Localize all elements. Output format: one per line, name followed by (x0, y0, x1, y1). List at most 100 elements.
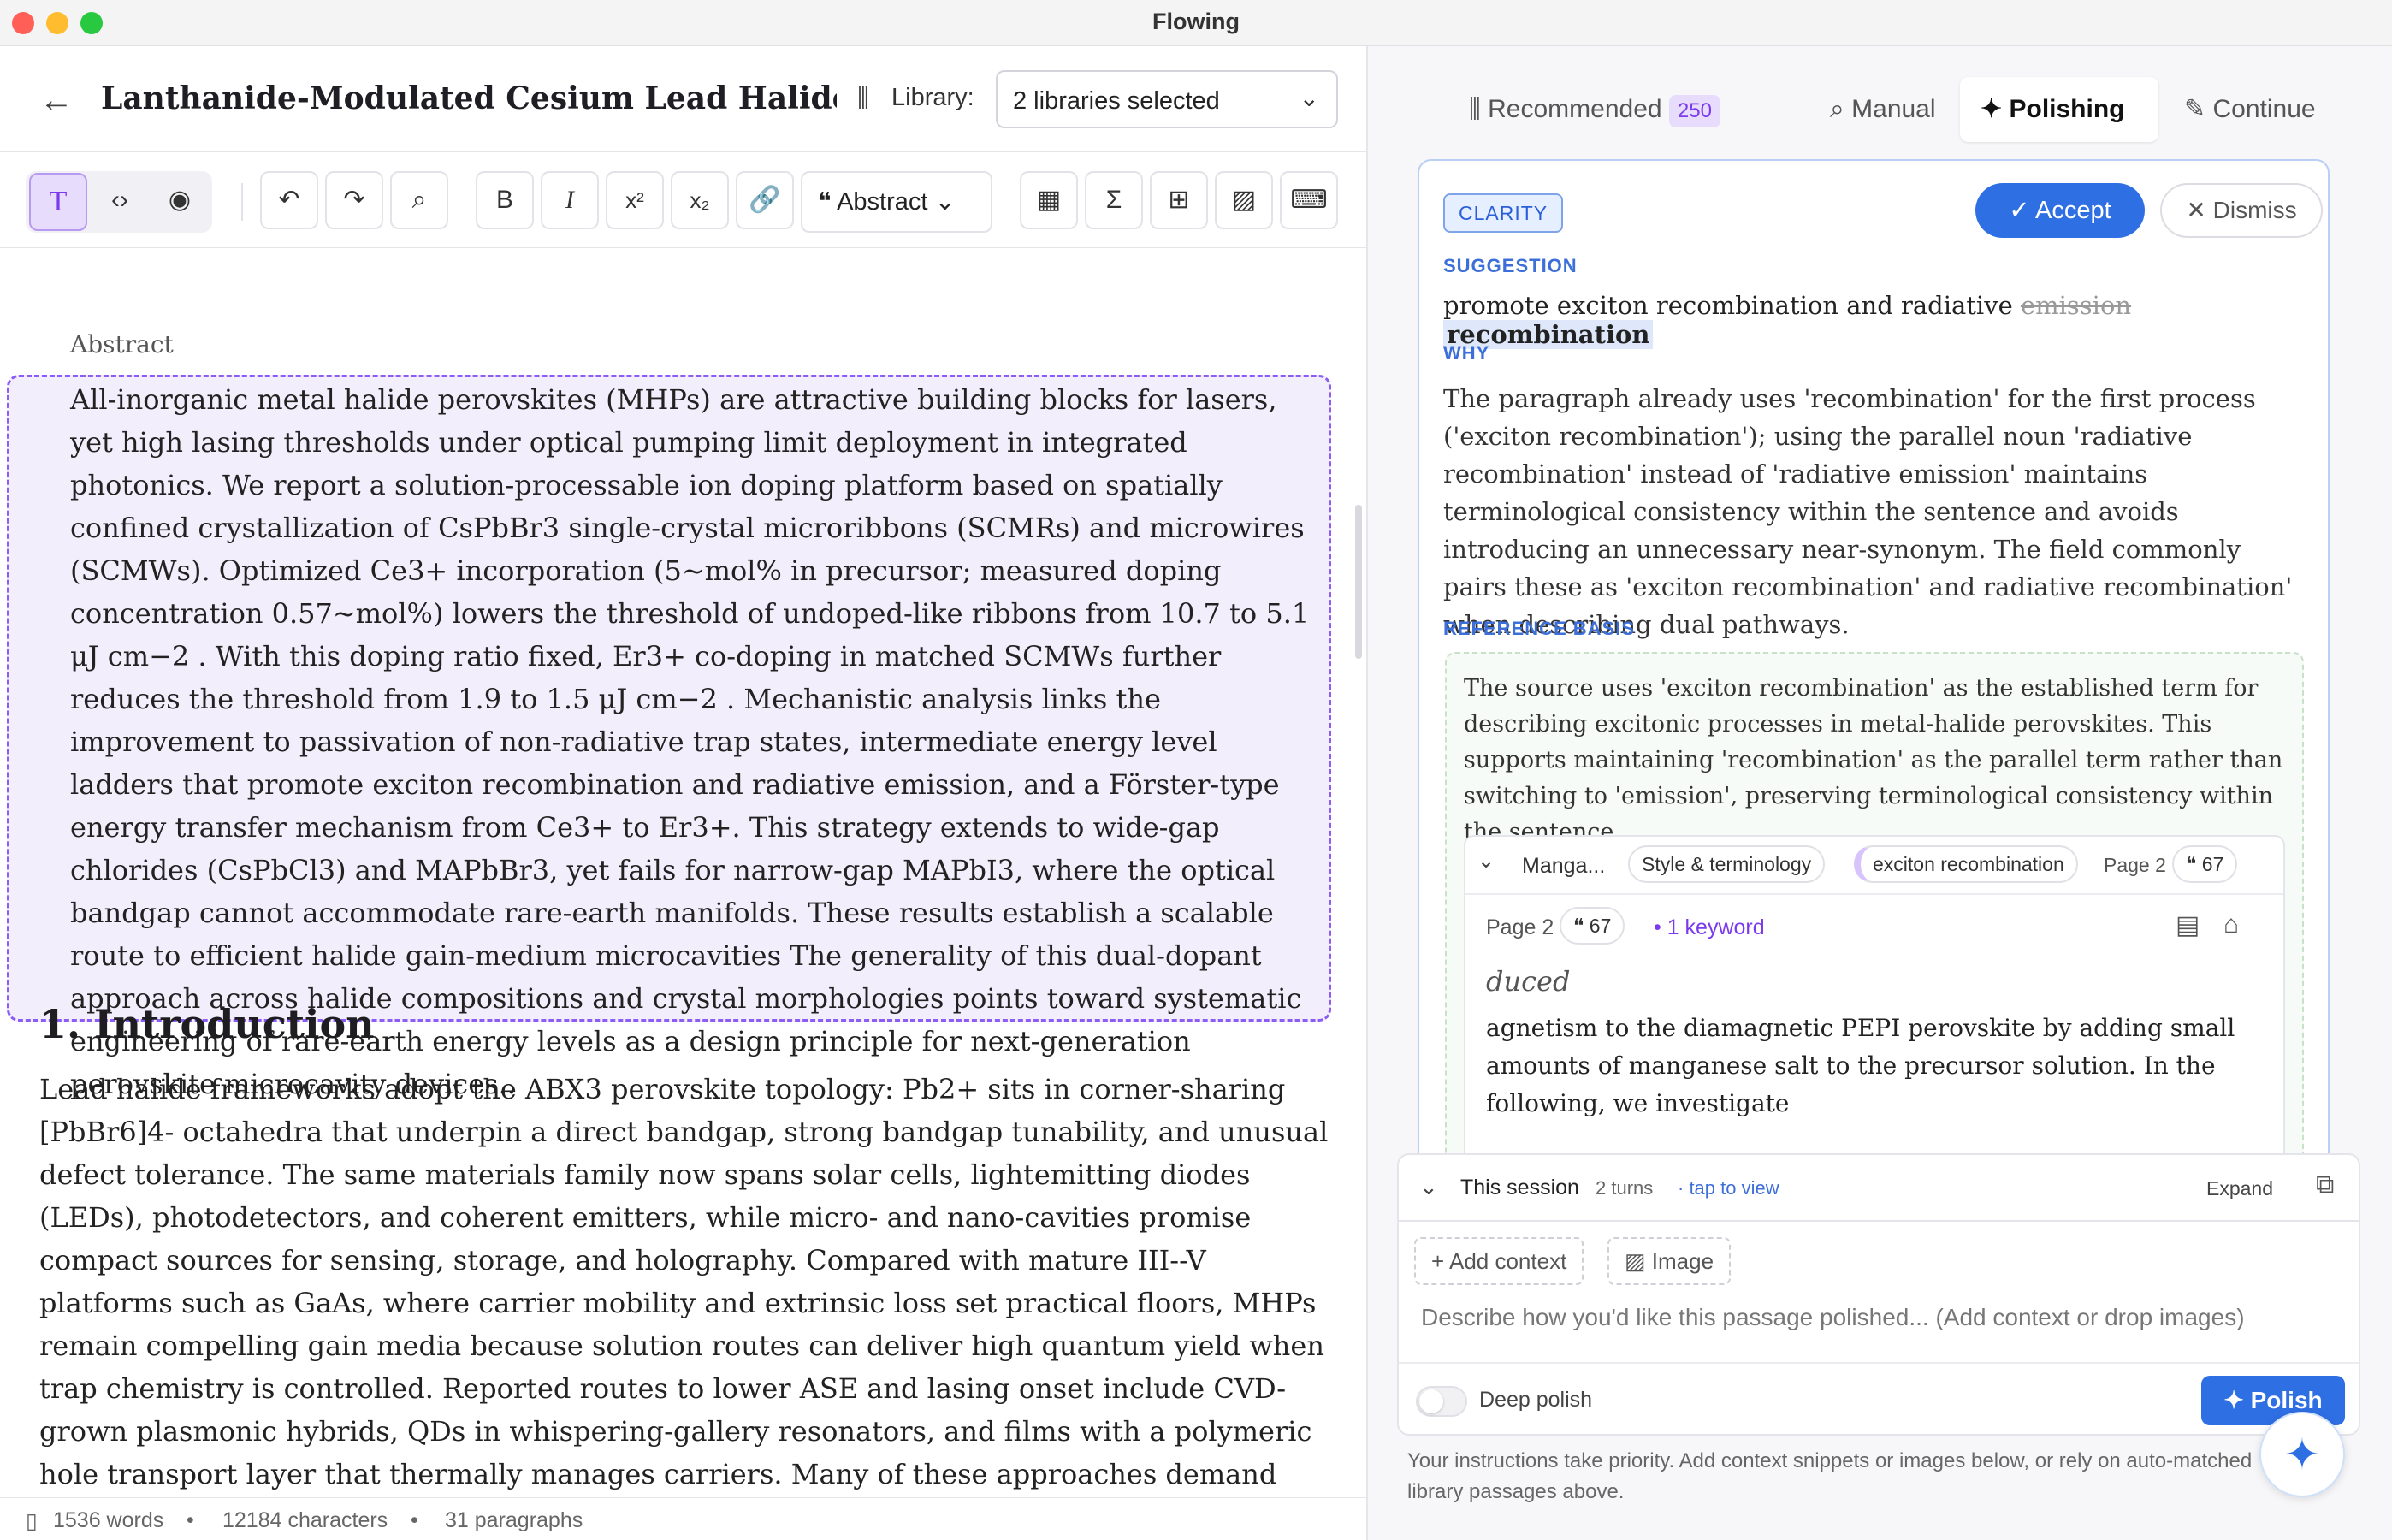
accept-button[interactable]: ✓ Accept (1975, 183, 2145, 238)
suggestion-label: SUGGESTION (1443, 255, 1578, 276)
link-icon[interactable]: 🔗 (736, 171, 794, 229)
quote-count: 67 (2201, 853, 2224, 875)
preview-eye-icon[interactable]: ◉ (151, 173, 209, 231)
abstract-section-label: Abstract (70, 330, 174, 358)
calculator-icon[interactable]: ▦ (1020, 171, 1078, 229)
excerpt-heading: duced (1486, 965, 1571, 998)
undo-icon[interactable]: ↶ (260, 171, 318, 229)
dismiss-button[interactable]: ✕ Dismiss (2160, 183, 2323, 238)
tab-polishing[interactable]: ✦ Polishing (1960, 77, 2158, 142)
excerpt-quote-count: 67 (1589, 915, 1612, 937)
dismiss-label: Dismiss (2212, 197, 2297, 223)
image-plus-icon[interactable]: ▨ (1215, 171, 1273, 229)
suggestion-card: CLARITY ✓ Accept ✕ Dismiss SUGGESTION pr… (1418, 159, 2330, 1186)
search-icon[interactable]: ⌕ (390, 171, 448, 229)
source-excerpt-card: ⌄ Manga... Style & terminology exciton r… (1464, 835, 2285, 1184)
add-context-label: Add context (1448, 1248, 1567, 1274)
sparkle-icon: ✦ (1981, 95, 2010, 123)
mode-switcher: T ‹› ◉ (26, 171, 212, 233)
deep-polish-toggle[interactable] (1416, 1386, 1467, 1417)
block-type-label: Abstract (837, 188, 928, 216)
category-badge: CLARITY (1443, 193, 1564, 233)
source-category-pill: Style & terminology (1628, 845, 1826, 883)
folder-open-icon[interactable]: ⌂ (2223, 910, 2239, 939)
search-icon: ⌕ (1830, 95, 1852, 123)
excerpt-quote-pill: ❝ 67 (1560, 907, 1625, 945)
status-separator: • (187, 1508, 194, 1532)
document-title: Lanthanide-Modulated Cesium Lead Halide … (101, 80, 837, 116)
chevron-down-icon[interactable]: ⌄ (1419, 1174, 1438, 1200)
bold-icon[interactable]: B (476, 171, 534, 229)
library-label: Library: (891, 84, 974, 111)
copy-icon[interactable]: ⧉ (2316, 1170, 2334, 1199)
suggestion-prefix: promote exciton recombination and radiat… (1443, 291, 2013, 320)
quote-count-pill: ❝ 67 (2172, 845, 2238, 883)
back-arrow-icon[interactable]: ← (34, 79, 79, 123)
editor-scrollbar[interactable] (1355, 505, 1362, 659)
sparkle-fab-icon[interactable]: ✦ (2259, 1412, 2345, 1497)
tab-polishing-label: Polishing (2009, 95, 2125, 123)
tab-continue[interactable]: ✎ Continue (2184, 77, 2316, 142)
library-select[interactable]: 2 libraries selected ⌄ (996, 70, 1338, 128)
tab-recommended[interactable]: ⫼ Recommended 250 (1469, 77, 1720, 142)
window-title: Flowing (1152, 9, 1240, 34)
text-mode-icon[interactable]: T (29, 173, 87, 231)
divider (1399, 1362, 2359, 1364)
table-icon[interactable]: ⊞ (1150, 171, 1208, 229)
assistant-panel: ⫼ Recommended 250 ⌕ Manual ✦ Polishing ✎… (1366, 46, 2392, 1540)
word-count: 1536 words (53, 1508, 164, 1532)
why-label: WHY (1443, 342, 1490, 364)
add-context-button[interactable]: + Add context (1414, 1237, 1584, 1285)
panel-tabs: ⫼ Recommended 250 ⌕ Manual ✦ Polishing ✎… (1385, 77, 2377, 142)
keyboard-icon[interactable]: ⌨ (1280, 171, 1338, 229)
italic-icon[interactable]: I (541, 171, 599, 229)
pencil-icon: ✎ (2184, 95, 2213, 123)
accept-label: Accept (2035, 197, 2111, 224)
abstract-paragraph[interactable]: All-inorganic metal halide perovskites (… (70, 378, 1319, 1105)
introduction-heading: 1. Introduction (39, 1001, 375, 1047)
redo-icon[interactable]: ↷ (325, 171, 383, 229)
reference-basis-box: The source uses 'exciton recombination' … (1445, 652, 2304, 1184)
document-header: ← Lanthanide-Modulated Cesium Lead Halid… (0, 46, 1366, 152)
sigma-icon[interactable]: Σ (1085, 171, 1143, 229)
expand-button[interactable]: Expand (2206, 1177, 2273, 1200)
instructions-textarea[interactable]: Describe how you'd like this passage pol… (1421, 1304, 2354, 1331)
library-select-value: 2 libraries selected (1013, 87, 1220, 115)
session-turns: 2 turns (1596, 1177, 1654, 1199)
recommended-count-badge: 250 (1668, 95, 1720, 127)
tab-manual-label: Manual (1851, 95, 1936, 123)
divider (1465, 893, 2283, 895)
character-count: 12184 characters (222, 1508, 388, 1532)
introduction-paragraph[interactable]: Lead halide frameworks adopt the ABX3 pe… (39, 1068, 1340, 1497)
session-label: This session (1460, 1176, 1579, 1199)
deep-polish-label: Deep polish (1479, 1388, 1593, 1412)
polish-label: Polish (2250, 1387, 2323, 1413)
toggle-knob (1419, 1389, 1443, 1413)
document-icon: ▯ (26, 1509, 38, 1533)
document-icon[interactable]: ▤ (2176, 910, 2200, 940)
library-icon: ⫼ (857, 84, 869, 112)
chevron-down-icon[interactable]: ⌄ (1477, 849, 1495, 874)
source-name: Manga... (1522, 854, 1606, 878)
status-bar: ▯ 1536 words • 12184 characters • 31 par… (0, 1497, 1366, 1540)
document-body[interactable]: Abstract All-inorganic metal halide pero… (0, 248, 1366, 1497)
session-bar[interactable]: ⌄ This session 2 turns · tap to view Exp… (1397, 1153, 2360, 1222)
keyword-pill: exciton recombination (1854, 845, 2078, 883)
subscript-icon[interactable]: x₂ (671, 171, 729, 229)
status-separator: • (411, 1508, 418, 1532)
code-mode-icon[interactable]: ‹› (91, 173, 149, 231)
source-page: Page 2 (2104, 854, 2166, 876)
suggestion-text: promote exciton recombination and radiat… (1443, 291, 2328, 349)
suggestion-removed: emission (2020, 291, 2132, 320)
superscript-icon[interactable]: x² (606, 171, 664, 229)
reference-text: The source uses 'exciton recombination' … (1464, 675, 2283, 845)
tap-to-view-link[interactable]: · tap to view (1678, 1177, 1779, 1199)
paragraph-count: 31 paragraphs (445, 1508, 583, 1532)
block-type-select[interactable]: ❝ Abstract ⌄ (801, 171, 992, 233)
chevron-down-icon: ⌄ (1299, 85, 1319, 111)
tab-manual[interactable]: ⌕ Manual (1830, 77, 1936, 142)
image-button[interactable]: ▨ Image (1607, 1237, 1732, 1285)
toolbar-divider (241, 183, 243, 221)
polish-input: + Add context ▨ Image Describe how you'd… (1397, 1220, 2360, 1436)
editor-pane: ← Lanthanide-Modulated Cesium Lead Halid… (0, 46, 1366, 1540)
